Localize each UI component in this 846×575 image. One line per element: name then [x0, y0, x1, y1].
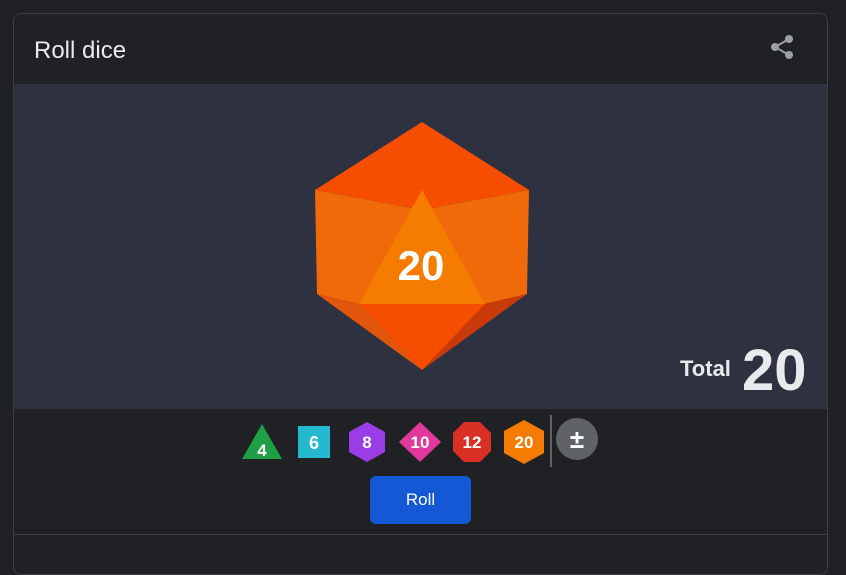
- d12-label: 12: [463, 433, 482, 452]
- d10-button[interactable]: 10: [397, 421, 443, 463]
- d8-button[interactable]: 8: [347, 421, 387, 463]
- d10-label: 10: [411, 433, 430, 452]
- dice-stage[interactable]: 20 Total 20: [14, 84, 827, 409]
- d20-die[interactable]: 20: [304, 114, 540, 374]
- modifier-button[interactable]: ±: [556, 418, 598, 460]
- roll-button[interactable]: Roll: [370, 476, 471, 524]
- d8-label: 8: [362, 433, 371, 452]
- die-value: 20: [398, 242, 445, 289]
- dice-roller-card: Roll dice 20 Total 20 4 6 8 10 12 20 ± R…: [13, 13, 828, 575]
- dice-toolbar: 4 6 8 10 12 20 ±: [14, 409, 827, 479]
- d12-button[interactable]: 12: [452, 421, 492, 463]
- toolbar-divider: [550, 415, 552, 467]
- share-button[interactable]: [762, 28, 802, 68]
- total-value: 20: [742, 338, 807, 403]
- share-icon: [771, 35, 793, 59]
- d6-label: 6: [309, 433, 319, 453]
- d4-button[interactable]: 4: [240, 421, 284, 463]
- d20-button[interactable]: 20: [503, 419, 545, 465]
- d4-label: 4: [257, 441, 267, 460]
- bottom-divider: [14, 534, 827, 535]
- d6-button[interactable]: 6: [298, 426, 330, 458]
- total-label: Total: [680, 356, 731, 381]
- card-title: Roll dice: [34, 37, 127, 64]
- d20-label: 20: [515, 433, 534, 452]
- card-header: Roll dice: [14, 14, 827, 84]
